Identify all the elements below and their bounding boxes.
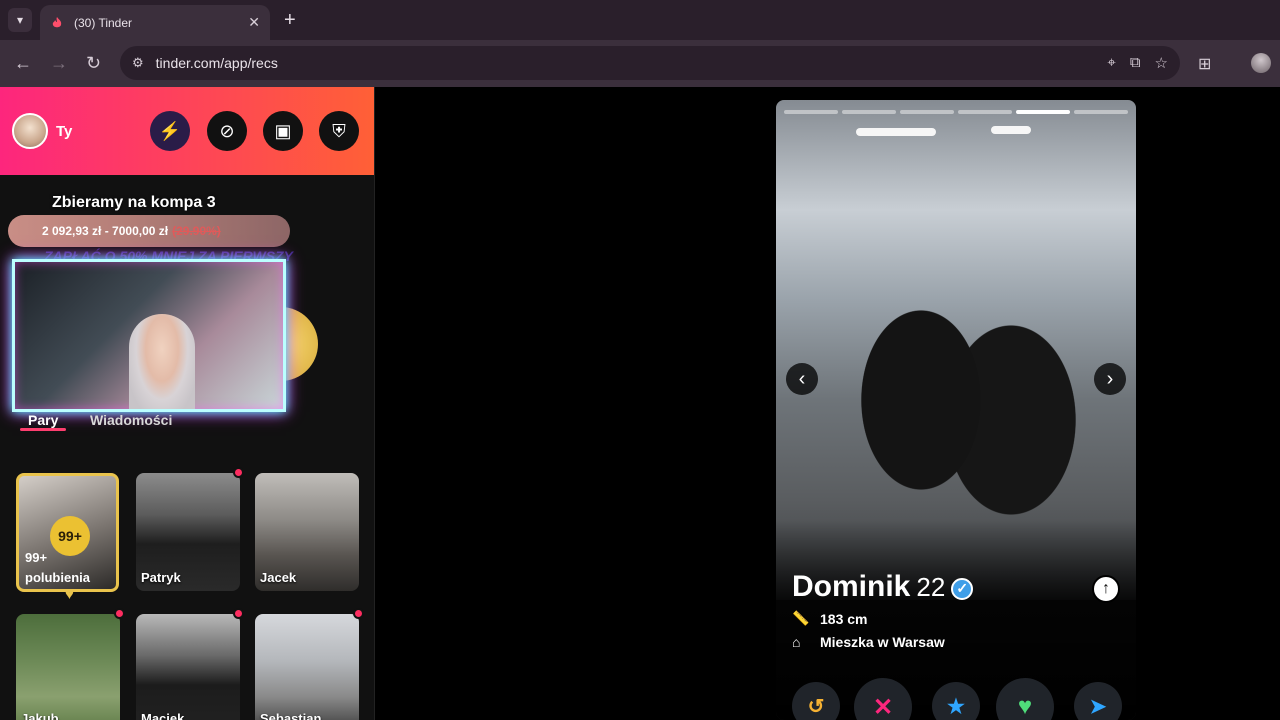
- ceiling-light: [856, 128, 936, 136]
- goal-percent: (29.90%): [172, 224, 221, 238]
- address-bar[interactable]: ⚙ tinder.com/app/recs ⌖ ⧉ ☆: [120, 46, 1180, 80]
- prev-photo-icon[interactable]: ‹: [786, 363, 818, 395]
- likes-label: 99+ polubienia: [25, 550, 90, 585]
- next-photo-icon[interactable]: ›: [1094, 363, 1126, 395]
- sidebar: Ty ⚡ ⊘ ▣ ⛨ Zbieramy na kompa 3 2 092,93 …: [0, 87, 375, 720]
- browser-tabbar: ▾ (30) Tinder ✕ +: [0, 0, 1280, 40]
- new-match-dot: [233, 608, 244, 619]
- photo-progress-segment: [900, 110, 954, 114]
- goal-amount: 2 092,93 zł - 7000,00 zł: [42, 224, 169, 238]
- ceiling-light: [991, 126, 1031, 134]
- extensions-icon[interactable]: ⊞: [1198, 54, 1211, 74]
- match-card[interactable]: Jacek: [255, 473, 359, 591]
- profile-age: 22: [916, 572, 946, 602]
- verified-badge-icon: ✓: [951, 577, 974, 600]
- match-name: Patryk: [141, 570, 181, 585]
- profile-card[interactable]: ‹ › Dominik 22 ✓ ↑ 📏 183 cm ⌂ Mieszka w Wa…: [776, 100, 1136, 720]
- tinder-flame-icon: [52, 16, 62, 27]
- match-name: Jakub: [21, 711, 59, 720]
- new-match-dot: [353, 608, 364, 619]
- shield-icon[interactable]: ⛨: [319, 111, 359, 151]
- location-icon[interactable]: ⌖: [1107, 54, 1115, 72]
- match-name: Maciek: [141, 711, 185, 720]
- home-icon: ⌂: [792, 634, 801, 650]
- bookmark-star-icon[interactable]: ☆: [1155, 54, 1168, 72]
- webcam-overlay: [12, 259, 286, 412]
- streamer-image: [129, 314, 195, 409]
- browser-tab[interactable]: (30) Tinder ✕: [40, 5, 270, 40]
- gold-heart-icon: ♥: [65, 586, 74, 603]
- location-value: Mieszka w Warsaw: [820, 634, 945, 650]
- ruler-icon: 📏: [792, 610, 810, 626]
- new-match-dot: [114, 608, 125, 619]
- match-card[interactable]: Maciek: [136, 614, 240, 720]
- browser-toolbar: ← → ↻ ⚙ tinder.com/app/recs ⌖ ⧉ ☆ ⊞: [0, 40, 1280, 87]
- match-card[interactable]: Jakub: [16, 614, 120, 720]
- reload-icon[interactable]: ↻: [86, 53, 101, 73]
- photo-progress-segment: [958, 110, 1012, 114]
- new-tab-icon[interactable]: +: [284, 8, 296, 32]
- likes-card[interactable]: 99+ 99+ polubienia ♥: [16, 473, 119, 603]
- explore-icon[interactable]: ⊘: [207, 111, 247, 151]
- match-card[interactable]: Sebastian: [255, 614, 359, 720]
- stream-goal-bar: 2 092,93 zł - 7000,00 zł (29.90%): [8, 215, 290, 247]
- match-name: Jacek: [260, 570, 297, 585]
- height-value: 183 cm: [820, 610, 868, 627]
- new-match-dot: [233, 467, 244, 478]
- photo-progress-segment: [1016, 110, 1070, 114]
- profile-first-name: Dominik: [792, 570, 911, 603]
- stream-goal-title: Zbieramy na kompa 3: [52, 194, 216, 211]
- site-info-icon[interactable]: ⚙: [132, 55, 144, 71]
- user-avatar[interactable]: [12, 113, 48, 149]
- photo-progress-segment: [842, 110, 896, 114]
- install-app-icon[interactable]: ⧉: [1130, 54, 1141, 72]
- sidebar-header: Ty ⚡ ⊘ ▣ ⛨: [0, 87, 374, 175]
- tab-search-icon[interactable]: ▾: [8, 8, 32, 32]
- tab-title: (30) Tinder: [74, 15, 133, 30]
- photo-progress-segment: [1074, 110, 1128, 114]
- photo-progress-segment: [784, 110, 838, 114]
- expand-profile-icon[interactable]: ↑: [1092, 575, 1120, 603]
- active-tab-indicator: [20, 428, 66, 431]
- user-name[interactable]: Ty: [56, 123, 72, 140]
- close-tab-icon[interactable]: ✕: [248, 14, 260, 31]
- profile-name: Dominik 22 ✓: [792, 570, 974, 604]
- match-card[interactable]: Patryk: [136, 473, 240, 591]
- tab-messages[interactable]: Wiadomości: [90, 412, 172, 428]
- location-info: ⌂ Mieszka w Warsaw: [792, 634, 945, 650]
- back-icon[interactable]: ←: [14, 53, 32, 73]
- forward-icon[interactable]: →: [50, 53, 68, 73]
- briefcase-icon[interactable]: ▣: [263, 111, 303, 151]
- url-text: tinder.com/app/recs: [155, 55, 278, 71]
- height-info: 📏 183 cm: [792, 610, 867, 627]
- boost-icon[interactable]: ⚡: [150, 111, 190, 151]
- profile-avatar-icon[interactable]: [1251, 53, 1271, 73]
- tab-matches[interactable]: Pary: [28, 412, 58, 428]
- match-name: Sebastian: [260, 711, 322, 720]
